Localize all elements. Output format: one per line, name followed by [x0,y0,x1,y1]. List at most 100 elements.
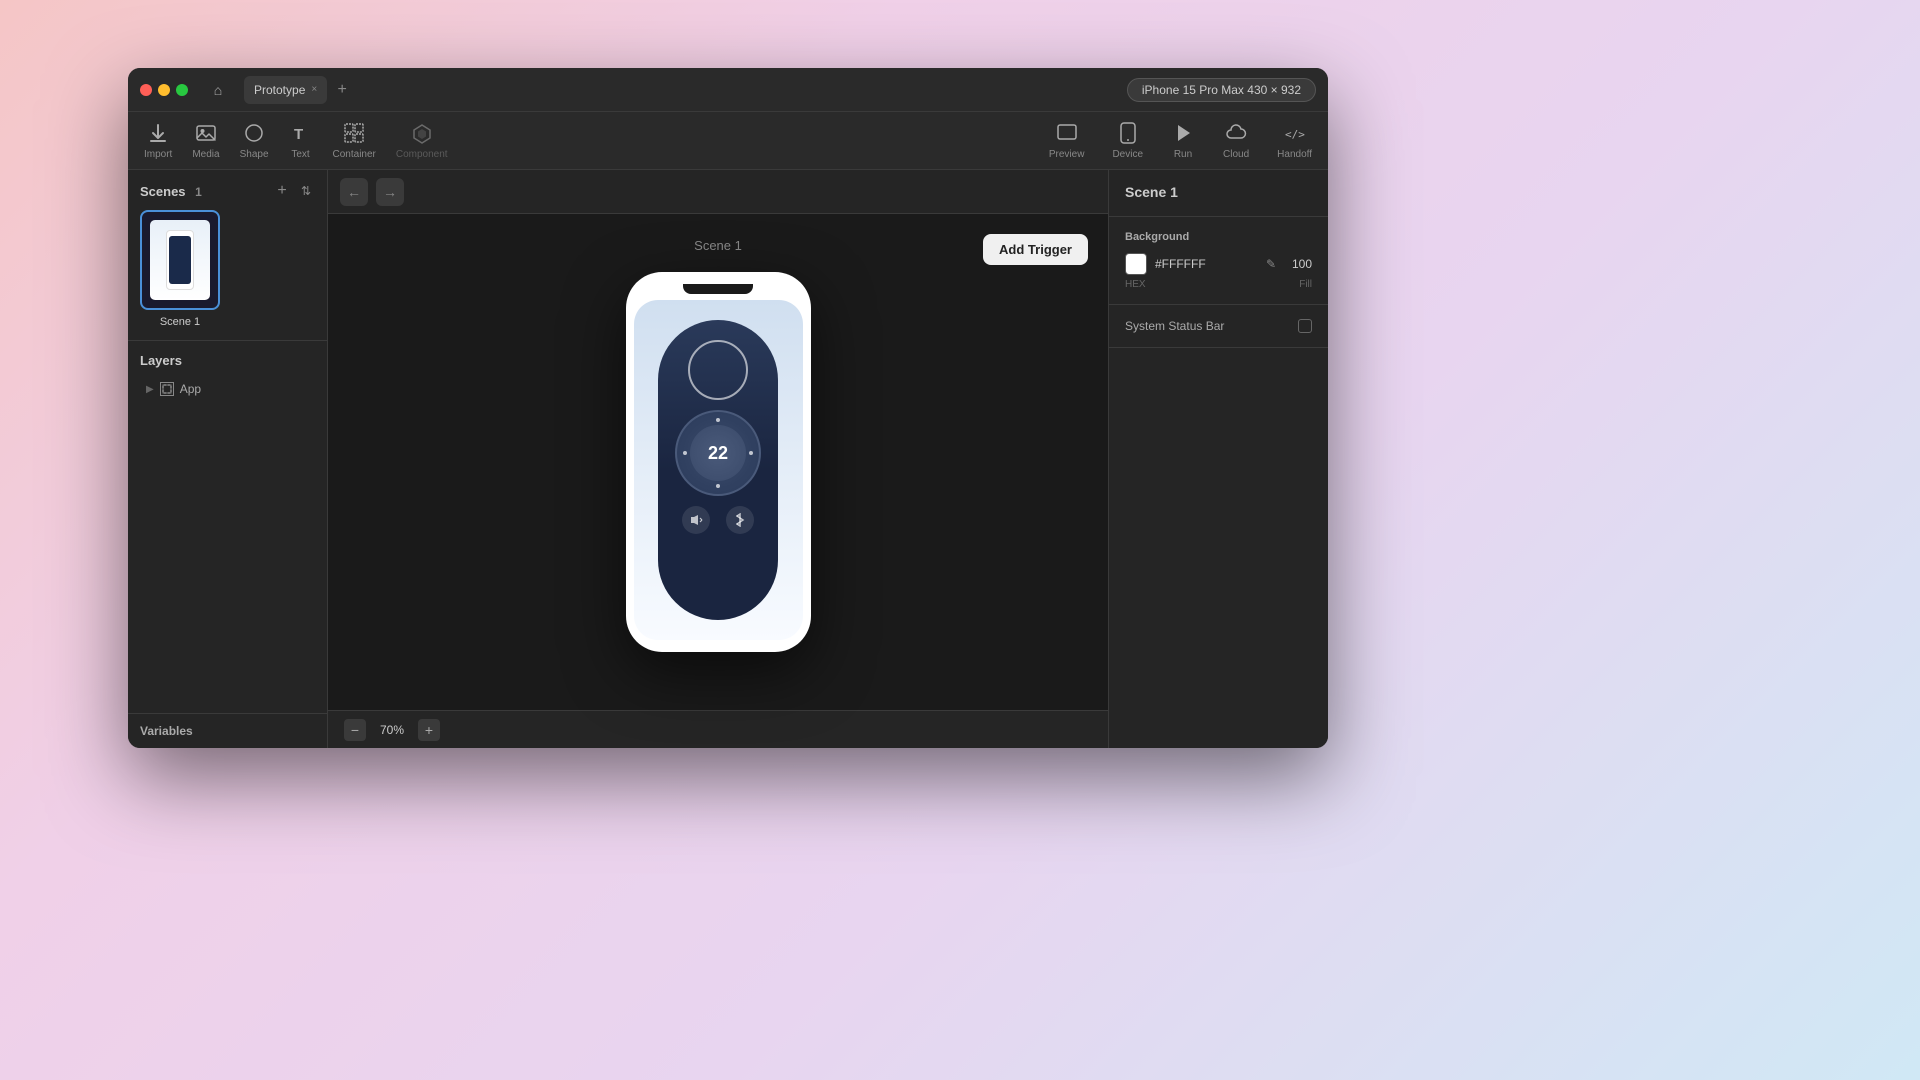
scenes-actions: + ⇅ [273,182,315,200]
back-button[interactable]: ← [340,178,368,206]
dial-number: 22 [708,443,728,464]
system-status-section: System Status Bar [1109,305,1328,348]
tab-close-icon[interactable]: × [311,84,317,95]
add-scene-button[interactable]: + [273,182,291,200]
background-title: Background [1125,231,1312,243]
sort-scenes-button[interactable]: ⇅ [297,182,315,200]
left-sidebar: Scenes 1 + ⇅ [128,170,328,748]
toolbar-right-group: Preview Device Run [1049,121,1312,160]
remote-control: 22 [658,320,778,620]
dial-value-display: 22 [690,425,746,481]
remote-dial[interactable]: 22 [675,410,761,496]
preview-icon [1055,121,1079,145]
zoom-in-button[interactable]: + [418,719,440,741]
media-icon [194,121,218,145]
media-label: Media [192,149,219,160]
text-tool[interactable]: T Text [289,121,313,160]
add-trigger-button[interactable]: Add Trigger [983,234,1088,265]
maximize-button[interactable] [176,84,188,96]
text-label: Text [291,149,309,160]
shape-label: Shape [240,149,269,160]
scenes-title: Scenes 1 [140,184,202,199]
canvas-zoom-bar: − 70% + [328,710,1108,748]
dial-dot-left [683,451,687,455]
phone-screen: 22 [634,300,803,640]
sublabel-row: HEX Fill [1125,279,1312,290]
shape-tool[interactable]: Shape [240,121,269,160]
canvas-area: ← → Scene 1 Add Trigger [328,170,1108,748]
text-icon: T [289,121,313,145]
cloud-icon [1224,121,1248,145]
scene-name-input[interactable] [1125,184,1312,200]
background-hex-value: #FFFFFF [1155,257,1258,271]
component-label: Component [396,149,448,160]
edit-hex-button[interactable]: ✎ [1266,257,1276,271]
background-color-swatch[interactable] [1125,253,1147,275]
dial-dot-right [749,451,753,455]
remote-power-button[interactable] [688,340,748,400]
device-label: Device [1112,149,1143,160]
canvas-toolbar: ← → [328,170,1108,214]
run-tool[interactable]: Run [1171,121,1195,160]
run-icon [1171,121,1195,145]
media-tool[interactable]: Media [192,121,219,160]
canvas-main[interactable]: Scene 1 Add Trigger [328,214,1108,710]
add-trigger-label: Add Trigger [999,242,1072,257]
container-icon [342,121,366,145]
scene1-label: Scene 1 [160,316,200,328]
background-section: Background #FFFFFF ✎ 100 HEX Fill [1109,217,1328,305]
device-tool[interactable]: Device [1112,121,1143,160]
home-button[interactable]: ⌂ [204,76,232,104]
shape-icon [242,121,266,145]
container-tool[interactable]: Container [333,121,376,160]
app-layer-item[interactable]: ▶ App [140,378,315,400]
cloud-tool[interactable]: Cloud [1223,121,1249,160]
svg-text:</>: </> [1285,128,1305,141]
fill-sublabel: Fill [1299,279,1312,290]
variables-label: Variables [140,724,193,738]
tab-label: Prototype [254,83,305,97]
device-selector-label: iPhone 15 Pro Max 430 × 932 [1142,83,1301,97]
prototype-tab[interactable]: Prototype × [244,76,327,104]
zoom-minus-icon: − [351,722,359,738]
zoom-out-button[interactable]: − [344,719,366,741]
handoff-icon: </> [1283,121,1307,145]
tab-add-button[interactable]: + [331,79,353,101]
run-label: Run [1174,149,1192,160]
layers-section: Layers ▶ [128,340,327,713]
container-label: Container [333,149,376,160]
home-icon: ⌂ [214,82,222,98]
remote-bluetooth-button[interactable] [726,506,754,534]
variables-section: Variables [128,713,327,748]
forward-button[interactable]: → [376,178,404,206]
forward-icon: → [383,184,397,200]
tab-area: Prototype × + [244,76,353,104]
back-icon: ← [347,184,361,200]
dial-dot-top [716,418,720,422]
canvas-scene-label: Scene 1 [694,238,742,253]
system-status-checkbox[interactable] [1298,319,1312,333]
app-layer-label: App [180,382,201,396]
handoff-tool[interactable]: </> Handoff [1277,121,1312,160]
phone-notch [683,284,753,294]
import-icon [146,121,170,145]
background-opacity-value: 100 [1284,257,1312,271]
zoom-value: 70% [376,723,408,737]
right-panel: Background #FFFFFF ✎ 100 HEX Fill System… [1108,170,1328,748]
remote-volume-button[interactable] [682,506,710,534]
main-content: Scenes 1 + ⇅ [128,170,1328,748]
close-button[interactable] [140,84,152,96]
preview-tool[interactable]: Preview [1049,121,1085,160]
remote-bottom-buttons [682,506,754,534]
device-icon [1116,121,1140,145]
traffic-lights [140,84,188,96]
device-selector[interactable]: iPhone 15 Pro Max 430 × 932 [1127,78,1316,102]
scenes-header: Scenes 1 + ⇅ [140,182,315,200]
scene1-thumbnail[interactable] [140,210,220,310]
hex-sublabel: HEX [1125,279,1146,290]
plus-icon: + [338,81,347,99]
import-tool[interactable]: Import [144,121,172,160]
component-tool[interactable]: Component [396,121,448,160]
dial-dot-bottom [716,484,720,488]
minimize-button[interactable] [158,84,170,96]
